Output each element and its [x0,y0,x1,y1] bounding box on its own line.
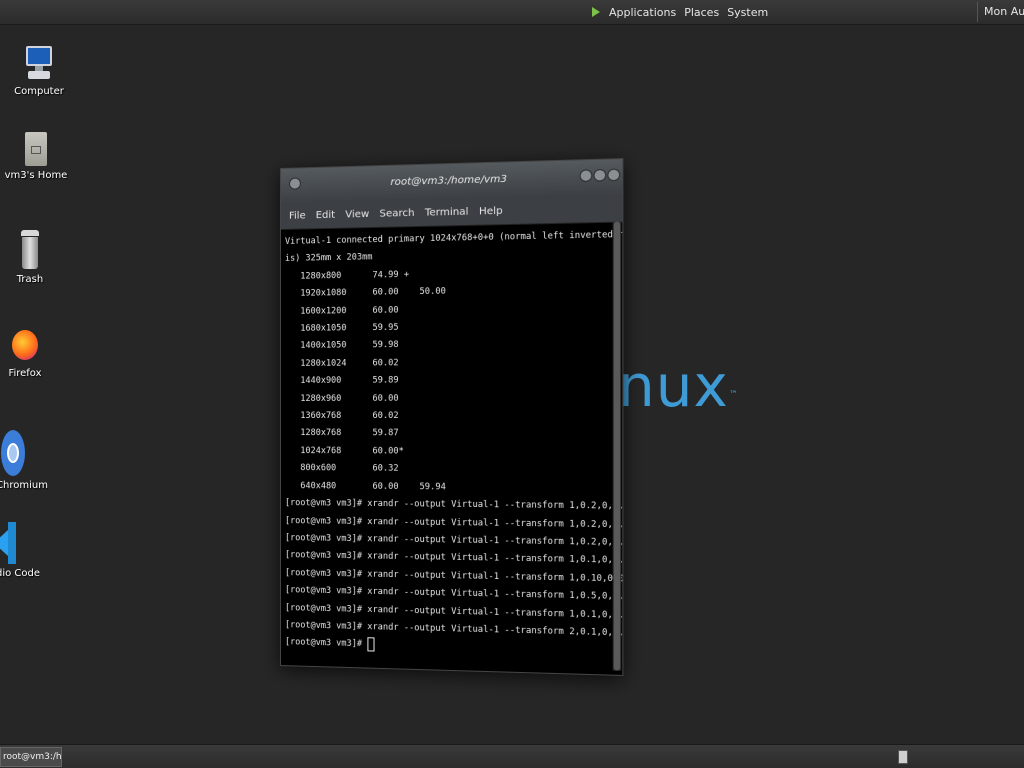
menu-terminal[interactable]: Terminal [425,206,469,218]
wallpaper-logo: nux™ [618,352,739,420]
wallpaper-logo-text: nux [618,352,729,420]
wallpaper-logo-tm: ™ [728,390,739,400]
desktop-icon-label: Firefox [8,368,42,379]
scrollbar-thumb[interactable] [613,221,621,671]
desktop-icon-vscode[interactable]: Visual Studio Code [0,522,40,582]
terminal-line: 1400x1050 59.98 [284,340,399,352]
terminal-prompt: [root@vm3 vm3]# [284,637,368,650]
desktop-icon-label: Computer [14,86,64,97]
menu-help[interactable]: Help [479,205,503,217]
taskbar-terminal-button[interactable]: root@vm3:/home/v [0,747,62,767]
workspace-switcher[interactable] [898,750,908,764]
terminal-window[interactable]: root@vm3:/home/vm3 File Edit View Search… [280,158,624,676]
menu-edit[interactable]: Edit [316,209,335,221]
desktop: Applications Places System Mon Aug Compu… [0,0,1024,768]
places-menu[interactable]: Places [684,6,719,19]
vscode-icon [0,522,16,564]
menu-view[interactable]: View [345,208,369,220]
terminal-line: 1440x900 59.89 [284,375,399,387]
desktop-icon-firefox[interactable]: Firefox [0,324,60,379]
panel-menu-group: Applications Places System [591,0,768,24]
terminal-line: 1280x960 60.00 [284,393,399,404]
applications-menu[interactable]: Applications [609,6,676,19]
desktop-icon-home[interactable]: vm3's Home [1,130,71,181]
desktop-icon-chromium[interactable]: Chromium [0,430,48,494]
computer-icon [26,46,52,82]
desktop-icon-label: Visual Studio Code [0,568,40,579]
desktop-icon-label: Chromium [0,480,48,491]
clock[interactable]: Mon Aug [977,2,1024,22]
desktop-icon-label: vm3's Home [4,170,68,181]
bottom-panel: root@vm3:/home/v [0,744,1024,768]
terminal-title: root@vm3:/home/vm3 [390,173,508,189]
top-panel: Applications Places System Mon Aug [0,0,1024,25]
desktop-icon-computer[interactable]: Computer [4,46,74,97]
terminal-line: 1280x768 59.87 [284,428,399,439]
menu-search[interactable]: Search [379,207,414,219]
terminal-line: 1024x768 60.00* [284,445,404,457]
firefox-icon [12,324,38,364]
terminal-cursor [367,637,375,652]
terminal-output[interactable]: Virtual-1 connected primary 1024x768+0+0… [281,223,622,676]
menu-file[interactable]: File [289,210,306,221]
desktop-icon-trash[interactable]: Trash [0,230,65,285]
system-menu[interactable]: System [727,6,768,19]
applications-icon[interactable] [591,6,601,18]
terminal-line: 800x600 60.32 [284,463,399,475]
home-folder-icon [25,130,47,166]
desktop-icon-label: Trash [16,274,44,285]
chromium-icon [1,430,25,476]
terminal-line: 1360x768 60.02 [284,410,399,422]
terminal-scrollbar[interactable] [612,221,622,671]
terminal-line: 1280x1024 60.02 [284,358,399,369]
trash-icon [21,230,39,270]
